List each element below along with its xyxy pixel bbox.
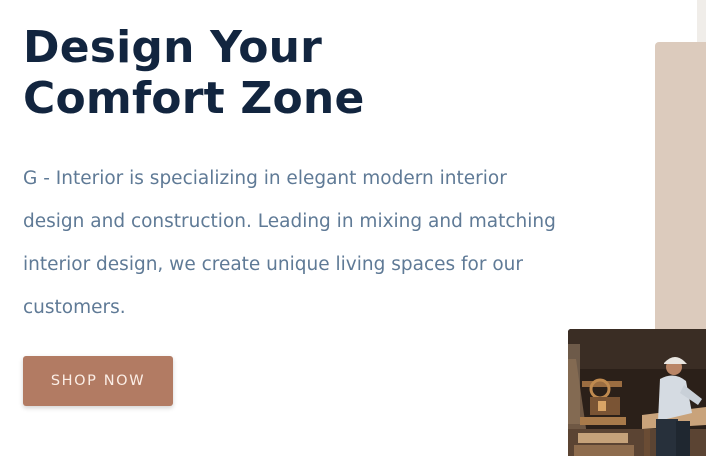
hero-description-line-3: interior design, we create unique living… — [23, 254, 523, 275]
hero-title-line-2: Comfort Zone — [23, 73, 365, 124]
hero-section: Design Your Comfort Zone G - Interior is… — [0, 0, 706, 456]
hero-title-line-1: Design Your — [23, 22, 323, 73]
hero-description-line-4: customers. — [23, 297, 126, 318]
shop-now-button-label: SHOP NOW — [50, 373, 146, 389]
hero-description-line-2: design and construction. Leading in mixi… — [23, 211, 556, 232]
hero-description-line-1: G - Interior is specializing in elegant … — [23, 168, 507, 189]
hero-description: G - Interior is specializing in elegant … — [23, 157, 563, 329]
hero-title: Design Your Comfort Zone — [23, 22, 443, 124]
craftsman-photo — [568, 329, 706, 456]
shop-now-button[interactable]: SHOP NOW — [23, 356, 173, 406]
